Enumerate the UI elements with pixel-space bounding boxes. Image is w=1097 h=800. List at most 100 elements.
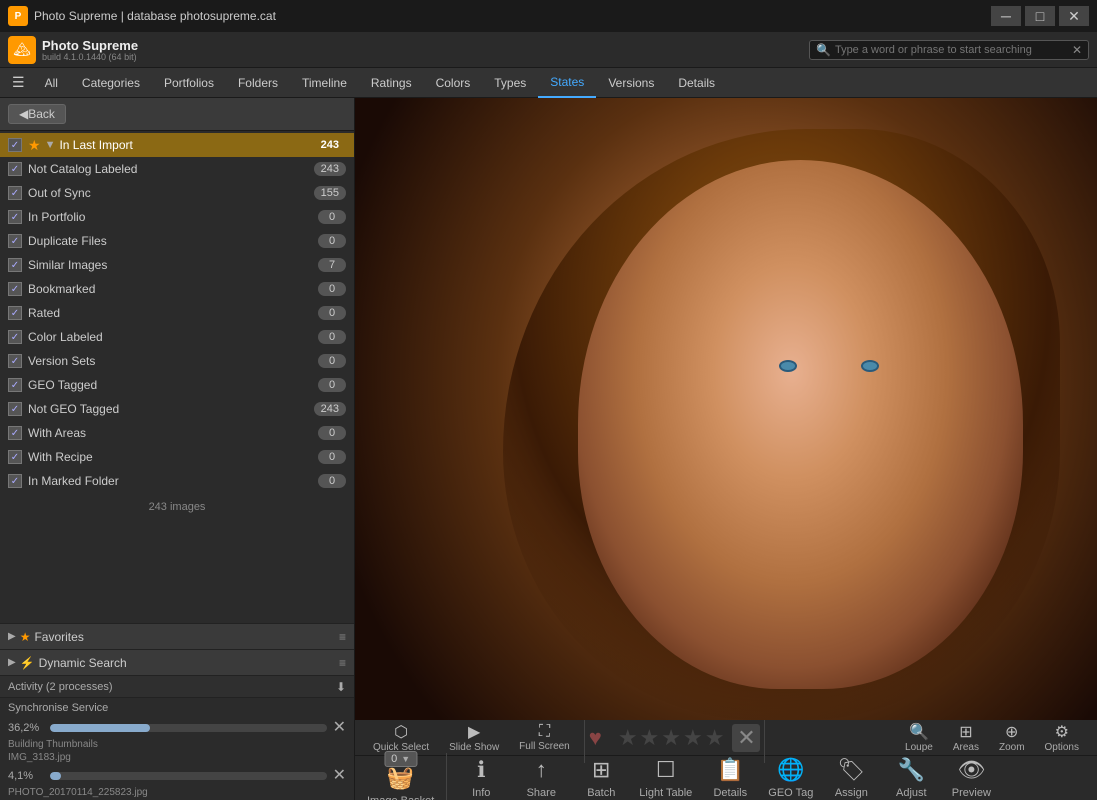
adjust-label: Adjust	[896, 787, 927, 799]
state-checkbox-in-last-import[interactable]	[8, 138, 22, 152]
state-checkbox-similar-images[interactable]	[8, 258, 22, 272]
app-name: Photo Supreme	[42, 38, 138, 53]
nav-item-folders[interactable]: Folders	[226, 68, 290, 98]
image-basket-button[interactable]: 0 ▼ 🧺 Image Basket	[359, 743, 442, 800]
state-count-similar-images: 7	[318, 258, 346, 272]
geo-tag-button[interactable]: 🌐 GEO Tag	[760, 743, 821, 800]
minimize-button[interactable]: ─	[991, 6, 1021, 26]
back-bar: ◀ Back	[0, 98, 354, 131]
content-area: ⬡ Quick Select ▶ Slide Show ⛶ Full Scree…	[355, 98, 1097, 800]
nav-item-all[interactable]: All	[33, 68, 70, 98]
favorites-menu-icon[interactable]: ≡	[339, 630, 346, 644]
batch-button[interactable]: ⊞ Batch	[571, 743, 631, 800]
state-checkbox-not-geo-tagged[interactable]	[8, 402, 22, 416]
state-item-with-recipe[interactable]: With Recipe 0	[0, 445, 354, 469]
state-item-in-portfolio[interactable]: In Portfolio 0	[0, 205, 354, 229]
state-label-in-last-import: In Last Import	[59, 138, 313, 152]
basket-count: 0	[391, 753, 397, 765]
back-button[interactable]: ◀ Back	[8, 104, 66, 124]
back-arrow-icon: ◀	[19, 107, 28, 121]
state-checkbox-not-catalog-labeled[interactable]	[8, 162, 22, 176]
geo-tag-label: GEO Tag	[768, 787, 813, 799]
dynamic-search-panel[interactable]: ▶ ⚡ Dynamic Search ≡	[0, 649, 354, 675]
progress-cancel-1[interactable]: ✕	[333, 720, 346, 736]
nav-item-types[interactable]: Types	[482, 68, 538, 98]
state-checkbox-duplicate-files[interactable]	[8, 234, 22, 248]
nav-item-details[interactable]: Details	[666, 68, 727, 98]
state-checkbox-bookmarked[interactable]	[8, 282, 22, 296]
preview-label: Preview	[952, 787, 991, 799]
maximize-button[interactable]: □	[1025, 6, 1055, 26]
state-item-color-labeled[interactable]: Color Labeled 0	[0, 325, 354, 349]
state-checkbox-out-of-sync[interactable]	[8, 186, 22, 200]
loupe-icon: 🔍	[909, 722, 929, 742]
progress-pct-1: 36,2%	[8, 722, 44, 734]
back-label: Back	[28, 107, 55, 121]
state-item-geo-tagged[interactable]: GEO Tagged 0	[0, 373, 354, 397]
nav-item-portfolios[interactable]: Portfolios	[152, 68, 226, 98]
image-basket-icon: 🧺	[387, 765, 414, 791]
assign-button[interactable]: 🏷 Assign	[821, 743, 881, 800]
progress-pct-2: 4,1%	[8, 770, 44, 782]
info-label: Info	[472, 787, 490, 799]
progress-row-2: 4,1% ✕	[0, 765, 354, 787]
search-icon: 🔍	[816, 43, 831, 57]
state-label-with-areas: With Areas	[28, 426, 318, 440]
nav-item-ratings[interactable]: Ratings	[359, 68, 424, 98]
progress-cancel-2[interactable]: ✕	[333, 768, 346, 784]
state-checkbox-with-areas[interactable]	[8, 426, 22, 440]
window-controls[interactable]: ─ □ ✕	[991, 6, 1089, 26]
state-item-with-areas[interactable]: With Areas 0	[0, 421, 354, 445]
activity-download-icon[interactable]: ⬇	[336, 680, 346, 694]
menu-button[interactable]: ☰	[4, 70, 33, 95]
state-item-in-last-import[interactable]: ★ ▼ In Last Import 243	[0, 133, 354, 157]
logo-icon: 🏔	[8, 36, 36, 64]
state-item-rated[interactable]: Rated 0	[0, 301, 354, 325]
state-checkbox-rated[interactable]	[8, 306, 22, 320]
state-item-not-catalog-labeled[interactable]: Not Catalog Labeled 243	[0, 157, 354, 181]
portrait-eyes	[747, 345, 912, 387]
state-checkbox-in-portfolio[interactable]	[8, 210, 22, 224]
state-item-duplicate-files[interactable]: Duplicate Files 0	[0, 229, 354, 253]
close-button[interactable]: ✕	[1059, 6, 1089, 26]
light-table-button[interactable]: ☐ Light Table	[631, 743, 700, 800]
state-item-in-marked-folder[interactable]: In Marked Folder 0	[0, 469, 354, 493]
logo-text-wrap: Photo Supreme build 4.1.0.1440 (64 bit)	[42, 38, 138, 62]
quick-select-icon: ⬡	[394, 722, 408, 742]
navbar: ☰ All Categories Portfolios Folders Time…	[0, 68, 1097, 98]
assign-icon: 🏷	[837, 757, 865, 783]
progress-filename-1: Building Thumbnails	[0, 739, 354, 752]
state-checkbox-with-recipe[interactable]	[8, 450, 22, 464]
details-button[interactable]: 📋 Details	[700, 743, 760, 800]
share-button[interactable]: ↑ Share	[511, 743, 571, 800]
dynamic-search-menu-icon[interactable]: ≡	[339, 656, 346, 670]
app-logo: 🏔 Photo Supreme build 4.1.0.1440 (64 bit…	[8, 36, 138, 64]
nav-item-states[interactable]: States	[538, 68, 596, 98]
nav-item-colors[interactable]: Colors	[424, 68, 483, 98]
progress-file-name-1: IMG_3183.jpg	[8, 752, 71, 763]
state-checkbox-color-labeled[interactable]	[8, 330, 22, 344]
search-input[interactable]	[835, 44, 1072, 56]
preview-button[interactable]: 👁 Preview	[941, 743, 1001, 800]
state-label-color-labeled: Color Labeled	[28, 330, 318, 344]
nav-item-versions[interactable]: Versions	[596, 68, 666, 98]
state-checkbox-geo-tagged[interactable]	[8, 378, 22, 392]
state-count-version-sets: 0	[318, 354, 346, 368]
state-count-bookmarked: 0	[318, 282, 346, 296]
search-box[interactable]: 🔍 ✕	[809, 40, 1089, 60]
nav-item-categories[interactable]: Categories	[70, 68, 152, 98]
state-item-not-geo-tagged[interactable]: Not GEO Tagged 243	[0, 397, 354, 421]
state-checkbox-in-marked-folder[interactable]	[8, 474, 22, 488]
favorites-panel[interactable]: ▶ ★ Favorites ≡	[0, 623, 354, 649]
adjust-button[interactable]: 🔧 Adjust	[881, 743, 941, 800]
options-button[interactable]: ⚙ Options	[1035, 721, 1089, 755]
state-item-out-of-sync[interactable]: Out of Sync 155	[0, 181, 354, 205]
state-checkbox-version-sets[interactable]	[8, 354, 22, 368]
state-item-version-sets[interactable]: Version Sets 0	[0, 349, 354, 373]
state-item-bookmarked[interactable]: Bookmarked 0	[0, 277, 354, 301]
state-label-version-sets: Version Sets	[28, 354, 318, 368]
nav-item-timeline[interactable]: Timeline	[290, 68, 359, 98]
search-clear-icon[interactable]: ✕	[1072, 43, 1082, 57]
state-item-similar-images[interactable]: Similar Images 7	[0, 253, 354, 277]
info-button[interactable]: ℹ Info	[451, 743, 511, 800]
